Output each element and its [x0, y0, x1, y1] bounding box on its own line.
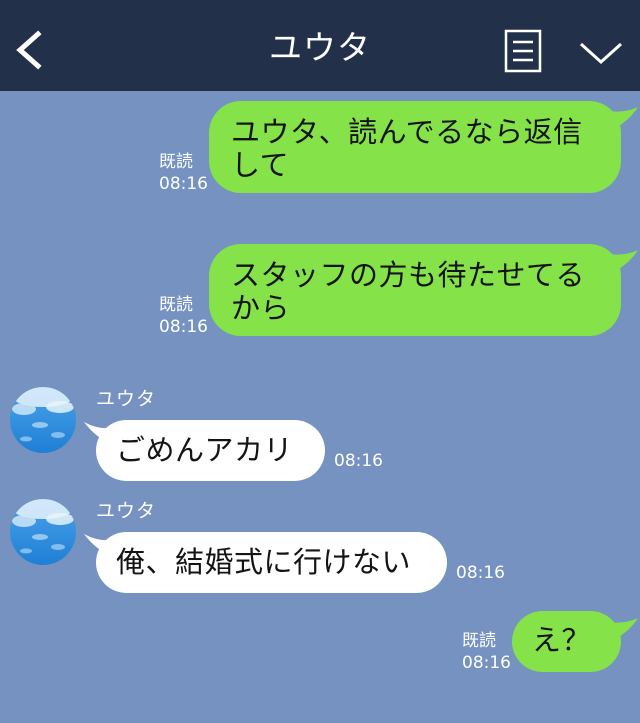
message-text: ごめんアカリ — [116, 433, 294, 467]
message-time: 08:16 — [334, 451, 383, 471]
message-bubble[interactable]: 俺、結婚式に行けない — [96, 532, 447, 593]
collapse-button[interactable] — [574, 30, 628, 74]
message-text: え？ — [532, 623, 592, 657]
message-text-line: から — [231, 291, 291, 325]
message-time: 08:16 — [462, 653, 511, 673]
message-bubble[interactable]: ユウタ、読んでるなら返信 して — [209, 101, 621, 193]
message-bubble[interactable]: え？ — [512, 611, 621, 672]
message-bubble[interactable]: スタッフの方も待たせてる から — [209, 244, 621, 336]
read-label: 既読 — [462, 631, 496, 651]
message-time: 08:16 — [159, 174, 208, 194]
sender-name: ユウタ — [96, 500, 157, 522]
message-time: 08:16 — [456, 563, 505, 583]
sky-avatar-image — [10, 499, 76, 565]
message-bubble[interactable]: ごめんアカリ — [96, 420, 325, 481]
read-label: 既読 — [159, 295, 193, 315]
avatar[interactable] — [10, 499, 76, 565]
message-time: 08:16 — [159, 317, 208, 337]
read-receipt: 既読 08:16 — [462, 630, 511, 674]
chat-header: ユウタ — [0, 0, 640, 91]
read-receipt: 既読 08:16 — [159, 151, 208, 195]
message-text: 俺、結婚式に行けない — [116, 545, 412, 579]
chat-screen: ユウタ 既読 08:16 ユウタ、読んでるなら返信 して 既読 08:16 スタ… — [0, 0, 640, 723]
sky-avatar-image — [10, 387, 76, 453]
read-receipt: 既読 08:16 — [159, 294, 208, 338]
chevron-down-icon — [579, 42, 623, 65]
list-menu-icon — [504, 29, 542, 73]
message-text-line: して — [231, 148, 290, 182]
message-text-line: ユウタ、読んでるなら返信 — [231, 115, 583, 149]
sender-name: ユウタ — [96, 388, 157, 410]
menu-button[interactable] — [503, 28, 545, 76]
avatar[interactable] — [10, 387, 76, 453]
read-label: 既読 — [159, 152, 193, 172]
message-text-line: スタッフの方も待たせてる — [231, 258, 586, 292]
